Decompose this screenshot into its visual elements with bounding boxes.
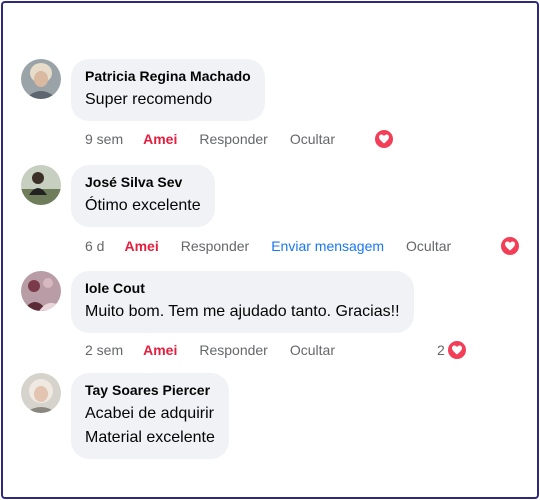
heart-icon <box>499 235 521 257</box>
comment-text: Muito bom. Tem me ajudado tanto. Gracias… <box>85 303 400 320</box>
comment-timestamp[interactable]: 6 d <box>85 238 104 254</box>
love-reaction-button[interactable]: Amei <box>143 342 177 358</box>
comment-text: Super recomendo <box>85 91 213 108</box>
avatar[interactable] <box>21 271 61 311</box>
avatar[interactable] <box>21 165 61 205</box>
comment-text: Ótimo excelente <box>85 197 201 214</box>
hide-button[interactable]: Ocultar <box>406 238 451 254</box>
comment-actions: 6 d Amei Responder Enviar mensagem Ocult… <box>85 236 473 256</box>
comment-author[interactable]: Iole Cout <box>85 279 400 297</box>
reply-button[interactable]: Responder <box>199 342 268 358</box>
comment-timestamp[interactable]: 2 sem <box>85 342 123 358</box>
comment-actions: 2 sem Amei Responder Ocultar <box>85 340 357 360</box>
love-reaction-button[interactable]: Amei <box>124 238 158 254</box>
comment-bubble: Tay Soares Piercer Acabei de adquirir Ma… <box>71 373 229 459</box>
comment-author[interactable]: Tay Soares Piercer <box>85 381 215 399</box>
reaction-summary[interactable] <box>373 128 395 150</box>
comment-bubble: José Silva Sev Ótimo excelente <box>71 165 215 227</box>
love-reaction-button[interactable]: Amei <box>143 131 177 147</box>
heart-icon <box>445 339 468 361</box>
comment-timestamp[interactable]: 9 sem <box>85 131 123 147</box>
comments-panel: Patricia Regina Machado Super recomendo … <box>1 1 539 499</box>
hide-button[interactable]: Ocultar <box>290 342 335 358</box>
reaction-count: 2 <box>437 342 445 358</box>
reply-button[interactable]: Responder <box>181 238 250 254</box>
avatar[interactable] <box>21 373 61 413</box>
comment-text: Acabei de adquirir <box>85 405 214 422</box>
comment-author[interactable]: Patricia Regina Machado <box>85 67 251 85</box>
comment-text: Material excelente <box>85 429 215 446</box>
comment-bubble: Patricia Regina Machado Super recomendo <box>71 59 265 121</box>
reaction-summary[interactable] <box>499 235 521 257</box>
reaction-summary[interactable]: 2 <box>437 339 468 361</box>
comment-bubble: Iole Cout Muito bom. Tem me ajudado tant… <box>71 271 414 333</box>
avatar[interactable] <box>21 59 61 99</box>
hide-button[interactable]: Ocultar <box>290 131 335 147</box>
send-message-button[interactable]: Enviar mensagem <box>271 238 384 254</box>
reply-button[interactable]: Responder <box>199 131 268 147</box>
comment-author[interactable]: José Silva Sev <box>85 173 201 191</box>
heart-icon <box>373 128 395 150</box>
comment-actions: 9 sem Amei Responder Ocultar <box>85 129 357 149</box>
